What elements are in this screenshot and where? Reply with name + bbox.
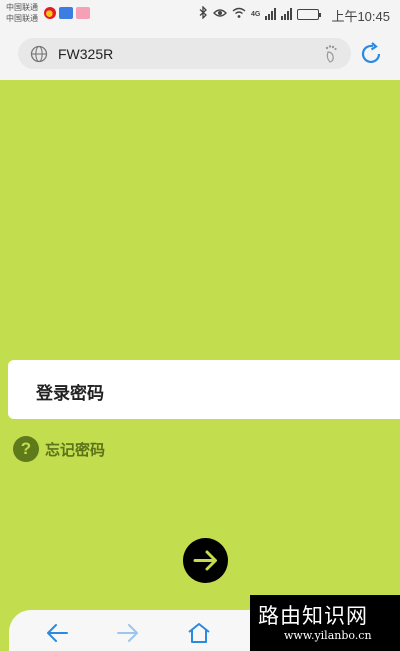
password-field[interactable]: 登录密码 — [8, 360, 400, 419]
globe-icon — [30, 45, 48, 63]
footprint-icon[interactable] — [323, 44, 341, 64]
wifi-icon — [232, 7, 246, 21]
password-placeholder: 登录密码 — [36, 384, 104, 403]
battery-icon — [297, 8, 322, 20]
notification-icons — [44, 7, 90, 19]
watermark: 路由知识网 www.yilanbo.cn — [250, 595, 400, 651]
eye-icon — [213, 7, 227, 21]
signal-icon-2 — [281, 8, 293, 20]
clock: 上午10:45 — [331, 9, 390, 24]
refresh-icon[interactable] — [359, 42, 383, 66]
carrier-label-2: 中国联通 — [6, 14, 38, 23]
system-icons: 4G — [199, 5, 322, 22]
watermark-title: 路由知识网 — [258, 604, 368, 628]
forgot-password-label: 忘记密码 — [45, 441, 106, 459]
weibo-icon — [44, 7, 56, 19]
help-icon: ? — [13, 436, 39, 462]
address-bar[interactable]: FW325R — [18, 38, 351, 69]
forward-arrow-icon[interactable] — [116, 622, 142, 646]
home-icon[interactable] — [187, 622, 213, 646]
carrier-label-1: 中国联通 — [6, 3, 38, 12]
carrier-info: 中国联通 中国联通 — [6, 2, 38, 24]
forgot-password-link[interactable]: ? 忘记密码 — [13, 436, 105, 462]
app-notification-icon — [76, 7, 90, 19]
signal-icon — [265, 8, 277, 20]
app-notification-icon — [59, 7, 73, 19]
back-arrow-icon[interactable] — [45, 622, 71, 646]
bluetooth-icon — [199, 5, 208, 22]
browser-toolbar: FW325R — [0, 30, 400, 80]
network-type-label: 4G — [251, 10, 261, 18]
watermark-url: www.yilanbo.cn — [284, 629, 372, 642]
arrow-right-icon — [193, 550, 217, 571]
url-text[interactable]: FW325R — [58, 46, 113, 62]
login-submit-button[interactable] — [183, 538, 228, 583]
status-bar: 中国联通 中国联通 4G 上午10:45 — [0, 0, 400, 30]
